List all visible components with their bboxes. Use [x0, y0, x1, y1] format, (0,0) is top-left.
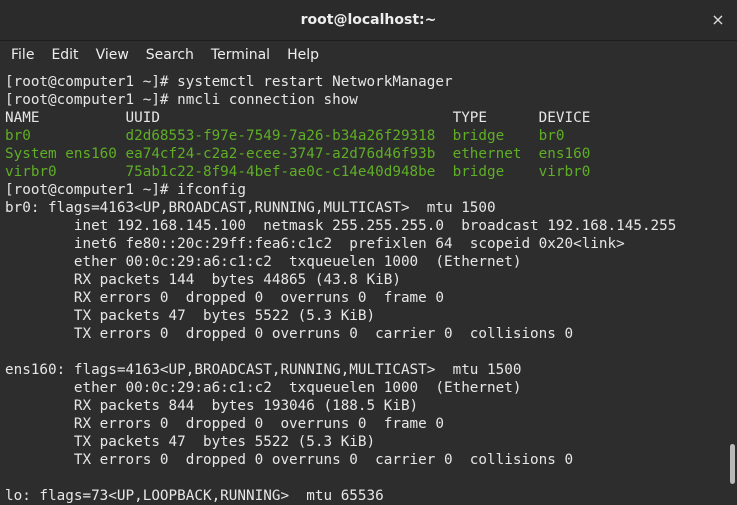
- scrollbar-thumb[interactable]: [730, 444, 735, 484]
- terminal-line: System ens160 ea74cf24-c2a2-ecee-3747-a2…: [5, 146, 591, 162]
- terminal-line: RX errors 0 dropped 0 overruns 0 frame 0: [5, 416, 444, 432]
- menu-bar: File Edit View Search Terminal Help: [0, 41, 737, 69]
- terminal-line: TX packets 47 bytes 5522 (5.3 KiB): [5, 308, 376, 324]
- terminal-line: ether 00:0c:29:a6:c1:c2 txqueuelen 1000 …: [5, 380, 522, 396]
- terminal-line: ens160: flags=4163<UP,BROADCAST,RUNNING,…: [5, 362, 522, 378]
- menu-file[interactable]: File: [5, 47, 40, 63]
- terminal-line: NAME UUID TYPE DEVICE: [5, 110, 591, 126]
- window-title: root@localhost:~: [300, 12, 437, 28]
- terminal-line: lo: flags=73<UP,LOOPBACK,RUNNING> mtu 65…: [5, 488, 384, 504]
- terminal-lines: [root@computer1 ~]# systemctl restart Ne…: [0, 70, 727, 505]
- terminal-line: TX errors 0 dropped 0 overruns 0 carrier…: [5, 452, 574, 468]
- terminal-output[interactable]: [root@computer1 ~]# systemctl restart Ne…: [0, 70, 727, 505]
- close-button[interactable]: ×: [709, 11, 727, 29]
- terminal-line: br0 d2d68553-f97e-7549-7a26-b34a26f29318…: [5, 128, 565, 144]
- terminal-line: inet6 fe80::20c:29ff:fea6:c1c2 prefixlen…: [5, 236, 625, 252]
- terminal-window: root@localhost:~ × File Edit View Search…: [0, 0, 737, 505]
- menu-terminal[interactable]: Terminal: [205, 47, 276, 63]
- terminal-line: br0: flags=4163<UP,BROADCAST,RUNNING,MUL…: [5, 200, 496, 216]
- terminal-line: TX packets 47 bytes 5522 (5.3 KiB): [5, 434, 376, 450]
- terminal-line: inet 192.168.145.100 netmask 255.255.255…: [5, 218, 677, 234]
- terminal-line: [root@computer1 ~]# nmcli connection sho…: [5, 92, 358, 108]
- menu-help[interactable]: Help: [281, 47, 325, 63]
- terminal-line: ether 00:0c:29:a6:c1:c2 txqueuelen 1000 …: [5, 254, 522, 270]
- title-bar[interactable]: root@localhost:~ ×: [0, 0, 737, 41]
- menu-view[interactable]: View: [90, 47, 135, 63]
- menu-edit[interactable]: Edit: [45, 47, 84, 63]
- terminal-line: [root@computer1 ~]# systemctl restart Ne…: [5, 74, 453, 90]
- terminal-line: RX errors 0 dropped 0 overruns 0 frame 0: [5, 290, 444, 306]
- terminal-line: [root@computer1 ~]# ifconfig: [5, 182, 247, 198]
- menu-search[interactable]: Search: [140, 47, 200, 63]
- terminal-line: RX packets 844 bytes 193046 (188.5 KiB): [5, 398, 419, 414]
- terminal-line: TX errors 0 dropped 0 overruns 0 carrier…: [5, 326, 574, 342]
- terminal-line: virbr0 75ab1c22-8f94-4bef-ae0c-c14e40d94…: [5, 164, 591, 180]
- terminal-line: RX packets 144 bytes 44865 (43.8 KiB): [5, 272, 401, 288]
- scrollbar[interactable]: [727, 70, 737, 505]
